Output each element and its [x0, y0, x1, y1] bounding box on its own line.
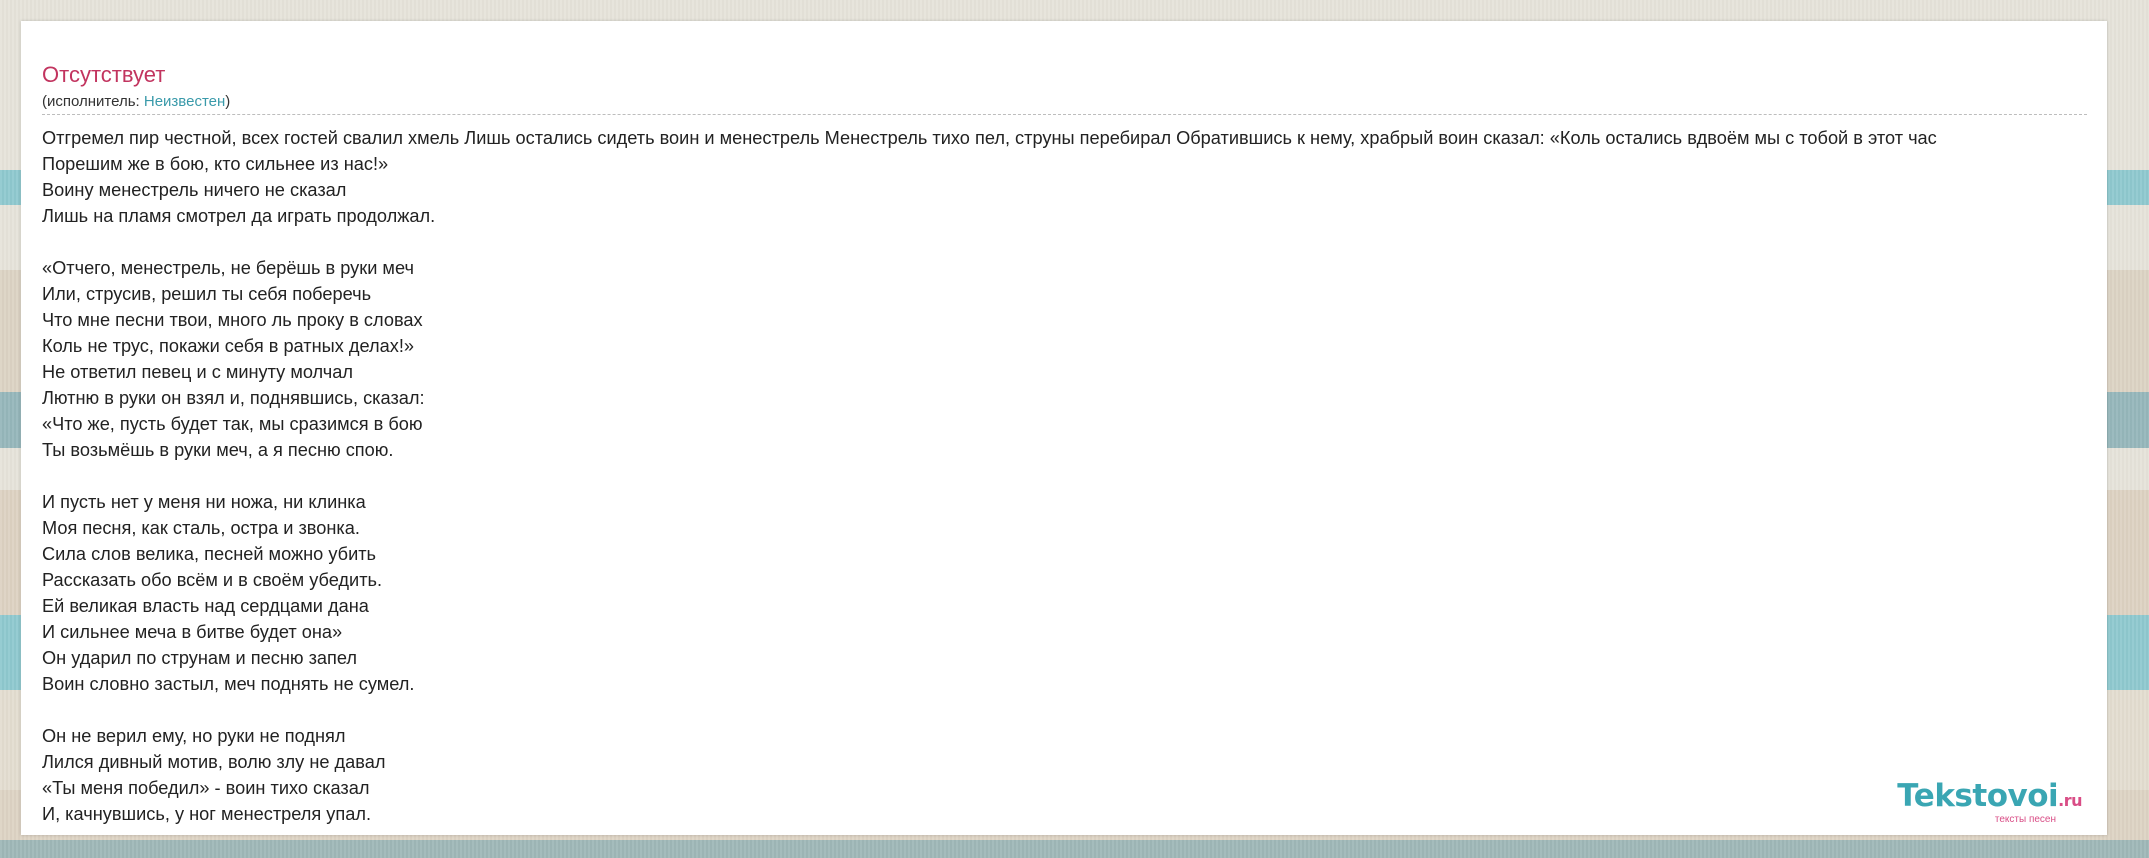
lyric-line: Лютню в руки он взял и, поднявшись, сказ…	[42, 388, 425, 408]
lyric-line: И сильнее меча в битве будет она»	[42, 622, 343, 642]
lyric-line: «Ты меня победил» - воин тихо сказал	[42, 778, 370, 798]
site-logo[interactable]: Tekstovoi.ru тексты песен	[1897, 780, 2082, 825]
lyric-line: Воин словно застыл, меч поднять не сумел…	[42, 674, 415, 694]
lyric-line: Что мне песни твои, много ль проку в сло…	[42, 310, 423, 330]
lyric-line: Ей великая власть над сердцами дана	[42, 596, 369, 616]
logo-main-text: Tekstovoi	[1897, 778, 2059, 814]
song-header: Отсутствует (исполнитель: Неизвестен)	[42, 40, 2087, 115]
logo-domain-suffix: .ru	[2058, 791, 2082, 810]
lyric-line: Лился дивный мотив, волю злу не давал	[42, 752, 386, 772]
lyric-line: Не ответил певец и с минуту молчал	[42, 362, 353, 382]
lyric-line: Лишь на пламя смотрел да играть продолжа…	[42, 206, 436, 226]
lyric-line	[42, 697, 2107, 723]
lyric-line: Отгремел пир честной, всех гостей свалил…	[42, 128, 1937, 148]
performer-prefix: (исполнитель:	[42, 93, 144, 110]
performer-link[interactable]: Неизвестен	[144, 93, 225, 110]
lyric-line: Воину менестрель ничего не сказал	[42, 180, 347, 200]
lyrics-text: Отгремел пир честной, всех гостей свалил…	[42, 125, 2107, 827]
performer-line: (исполнитель: Неизвестен)	[42, 93, 230, 110]
lyric-line: «Отчего, менестрель, не берёшь в руки ме…	[42, 258, 414, 278]
lyric-line: Он ударил по струнам и песню запел	[42, 648, 357, 668]
lyric-line: Моя песня, как сталь, остра и звонка.	[42, 518, 360, 538]
lyric-line: И пусть нет у меня ни ножа, ни клинка	[42, 492, 366, 512]
lyric-line: Или, струсив, решил ты себя поберечь	[42, 284, 372, 304]
performer-suffix: )	[225, 93, 231, 110]
lyrics-card: Отсутствует (исполнитель: Неизвестен) От…	[21, 21, 2107, 835]
lyric-line	[42, 463, 2107, 489]
lyric-line: И, качнувшись, у ног менестреля упал.	[42, 804, 372, 824]
song-title: Отсутствует	[42, 62, 166, 87]
lyric-line: Ты возьмёшь в руки меч, а я песню спою.	[42, 440, 394, 460]
lyric-line: «Что же, пусть будет так, мы сразимся в …	[42, 414, 423, 434]
lyric-line: Рассказать обо всём и в своём убедить.	[42, 570, 383, 590]
lyric-line	[42, 229, 2107, 255]
lyric-line: Он не верил ему, но руки не поднял	[42, 726, 346, 746]
lyric-line: Сила слов велика, песней можно убить	[42, 544, 377, 564]
lyric-line: Коль не трус, покажи себя в ратных делах…	[42, 336, 414, 356]
lyric-line: Порешим же в бою, кто сильнее из нас!»	[42, 154, 389, 174]
logo-wordmark: Tekstovoi.ru	[1897, 780, 2082, 817]
